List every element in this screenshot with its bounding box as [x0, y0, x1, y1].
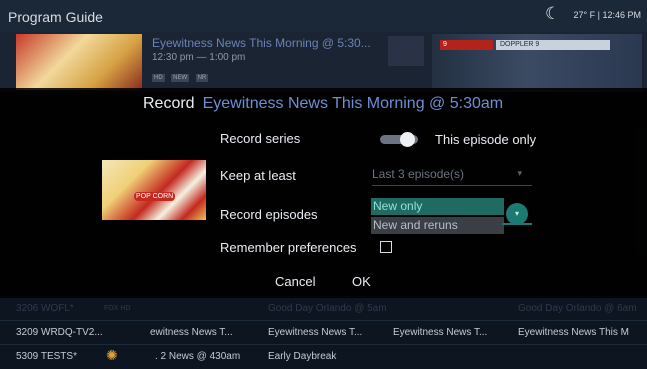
dropdown-underline — [502, 223, 532, 225]
page-title: Program Guide — [8, 9, 103, 25]
channel-logo-icon — [388, 36, 424, 66]
table-row[interactable]: 5309 TESTS* ✺ . 2 News @ 430am Early Day… — [0, 344, 647, 369]
table-row[interactable]: 3209 WRDQ-TV2... ewitness News T... Eyew… — [0, 320, 647, 345]
program-cell[interactable]: . 2 News @ 430am — [155, 351, 240, 362]
remember-preferences-label: Remember preferences — [220, 240, 357, 255]
remember-preferences-checkbox[interactable] — [380, 241, 392, 253]
program-cell[interactable]: Eyewitness News T... — [268, 327, 362, 338]
news-banner: DOPPLER 9 — [496, 40, 610, 50]
dropdown-toggle-button[interactable]: ▾ — [506, 203, 528, 225]
hero-thumbnail — [16, 34, 142, 90]
keep-at-least-label: Keep at least — [220, 168, 296, 183]
badge: NR — [195, 74, 209, 82]
badge: NEW — [171, 74, 190, 82]
record-series-value: This episode only — [435, 132, 537, 147]
record-dialog — [0, 88, 647, 298]
peacock-icon: ✺ — [106, 347, 118, 363]
hero-title: Eyewitness News This Morning @ 5:30... — [152, 36, 371, 50]
channel-name: 3209 WRDQ-TV2... — [16, 327, 103, 338]
channel-name: 3206 WOFL* — [16, 303, 74, 314]
ok-button[interactable]: OK — [352, 274, 371, 289]
guide-grid: 3206 WOFL* FOX HD Good Day Orlando @ 5am… — [0, 296, 647, 369]
keep-at-least-select[interactable]: Last 3 episode(s) ▾ — [372, 167, 532, 186]
channel-logo-icon: FOX HD — [104, 305, 131, 312]
hero-time: 12:30 pm — 1:00 pm — [152, 52, 246, 63]
badge: HD — [152, 74, 165, 82]
channel-name: 5309 TESTS* — [16, 351, 77, 362]
toggle-knob[interactable] — [400, 132, 415, 147]
popcorn-label: POP CORN — [134, 192, 176, 201]
program-cell[interactable]: Eyewitness News T... — [393, 327, 487, 338]
program-thumbnail — [102, 160, 206, 220]
program-cell[interactable]: Eyewitness News This M — [518, 327, 629, 338]
program-cell[interactable]: ewitness News T... — [150, 327, 233, 338]
table-row[interactable]: 3206 WOFL* FOX HD Good Day Orlando @ 5am… — [0, 296, 647, 321]
weather-time: 27° F | 12:46 PM — [573, 10, 641, 20]
program-cell[interactable]: Good Day Orlando @ 6am — [518, 303, 637, 314]
option-new-and-reruns[interactable]: New and reruns — [371, 217, 504, 234]
record-series-label: Record series — [220, 131, 301, 146]
dialog-title-label: Record — [143, 95, 195, 112]
dialog-title: Record Eyewitness News This Morning @ 5:3… — [143, 95, 503, 113]
program-title: Eyewitness News This Morning @ 5:30am — [202, 95, 504, 112]
option-new-only[interactable]: New only — [371, 198, 504, 215]
moon-icon: ☾ — [545, 4, 561, 23]
chevron-down-icon: ▾ — [517, 168, 522, 178]
keep-at-least-value: Last 3 episode(s) — [372, 167, 465, 181]
record-episodes-label: Record episodes — [220, 207, 318, 222]
cancel-button[interactable]: Cancel — [275, 274, 315, 289]
program-cell[interactable]: Early Daybreak — [268, 351, 336, 362]
hero-badges: HD NEW NR — [152, 66, 210, 84]
news-channel-badge: 9 — [440, 40, 493, 50]
program-cell[interactable]: Good Day Orlando @ 5am — [268, 303, 387, 314]
